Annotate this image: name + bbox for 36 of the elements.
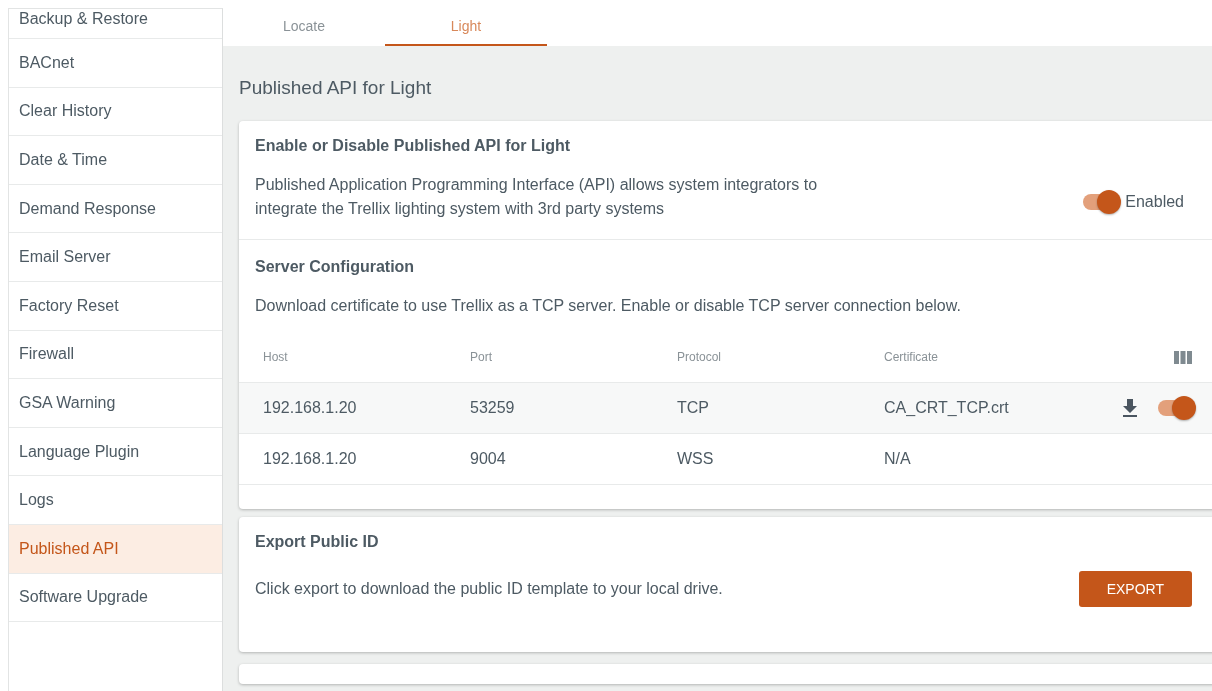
description: Published Application Programming Interface (API) allows system integrators to integrate the Trellix lighting system with 3rd party systems xyxy=(255,175,819,219)
section-title: Server Configuration xyxy=(255,258,416,276)
sidebar-item[interactable]: Published API xyxy=(9,524,222,574)
column-header: Protocol xyxy=(677,350,722,364)
table-cell: N/A xyxy=(884,450,911,467)
download-icon[interactable] xyxy=(1122,399,1138,417)
sidebar-item[interactable]: Software Upgrade xyxy=(9,573,222,623)
table-cell: 9004 xyxy=(470,450,506,467)
sidebar-item[interactable]: Logs xyxy=(9,476,222,525)
table-cell: 53259 xyxy=(470,399,515,416)
sidebar-item[interactable]: Email Server xyxy=(9,233,222,282)
sidebar-item[interactable]: Firewall xyxy=(9,330,222,380)
description: Download certificate to use Trellix as a TCP server. Enable or disable TCP server connection below. xyxy=(255,296,962,316)
sidebar-item[interactable]: Factory Reset xyxy=(9,281,222,331)
toggle-label: Enabled xyxy=(1125,193,1184,211)
column-header: Certificate xyxy=(884,350,939,364)
sidebar-item[interactable]: Language Plugin xyxy=(9,427,222,477)
sidebar-item[interactable]: Demand Response xyxy=(9,184,222,234)
table-cell: 192.168.1.20 xyxy=(263,450,357,467)
export-button[interactable]: EXPORT xyxy=(1078,571,1192,607)
sidebar-item[interactable]: Clear History xyxy=(9,87,222,137)
column-header: Port xyxy=(470,350,492,364)
page-title: Published API for Light xyxy=(239,75,433,100)
table-cell: WSS xyxy=(677,450,714,467)
sidebar-item[interactable]: GSA Warning xyxy=(9,379,222,428)
section-title: Export Public ID xyxy=(255,533,380,551)
sidebar-item[interactable]: Backup & Restore xyxy=(9,0,222,39)
table-cell: CA_CRT_TCP.crt xyxy=(884,399,1009,416)
description: Click export to download the public ID template to your local drive. xyxy=(255,579,723,599)
table-cell: TCP xyxy=(677,399,709,416)
column-header: Host xyxy=(263,350,288,364)
sidebar-item[interactable]: BACnet xyxy=(9,39,222,88)
columns-icon[interactable] xyxy=(1174,350,1192,364)
sidebar-item[interactable]: Date & Time xyxy=(9,136,222,185)
section-title: Enable or Disable Published API for Light xyxy=(255,137,571,155)
table-cell: 192.168.1.20 xyxy=(263,399,357,416)
